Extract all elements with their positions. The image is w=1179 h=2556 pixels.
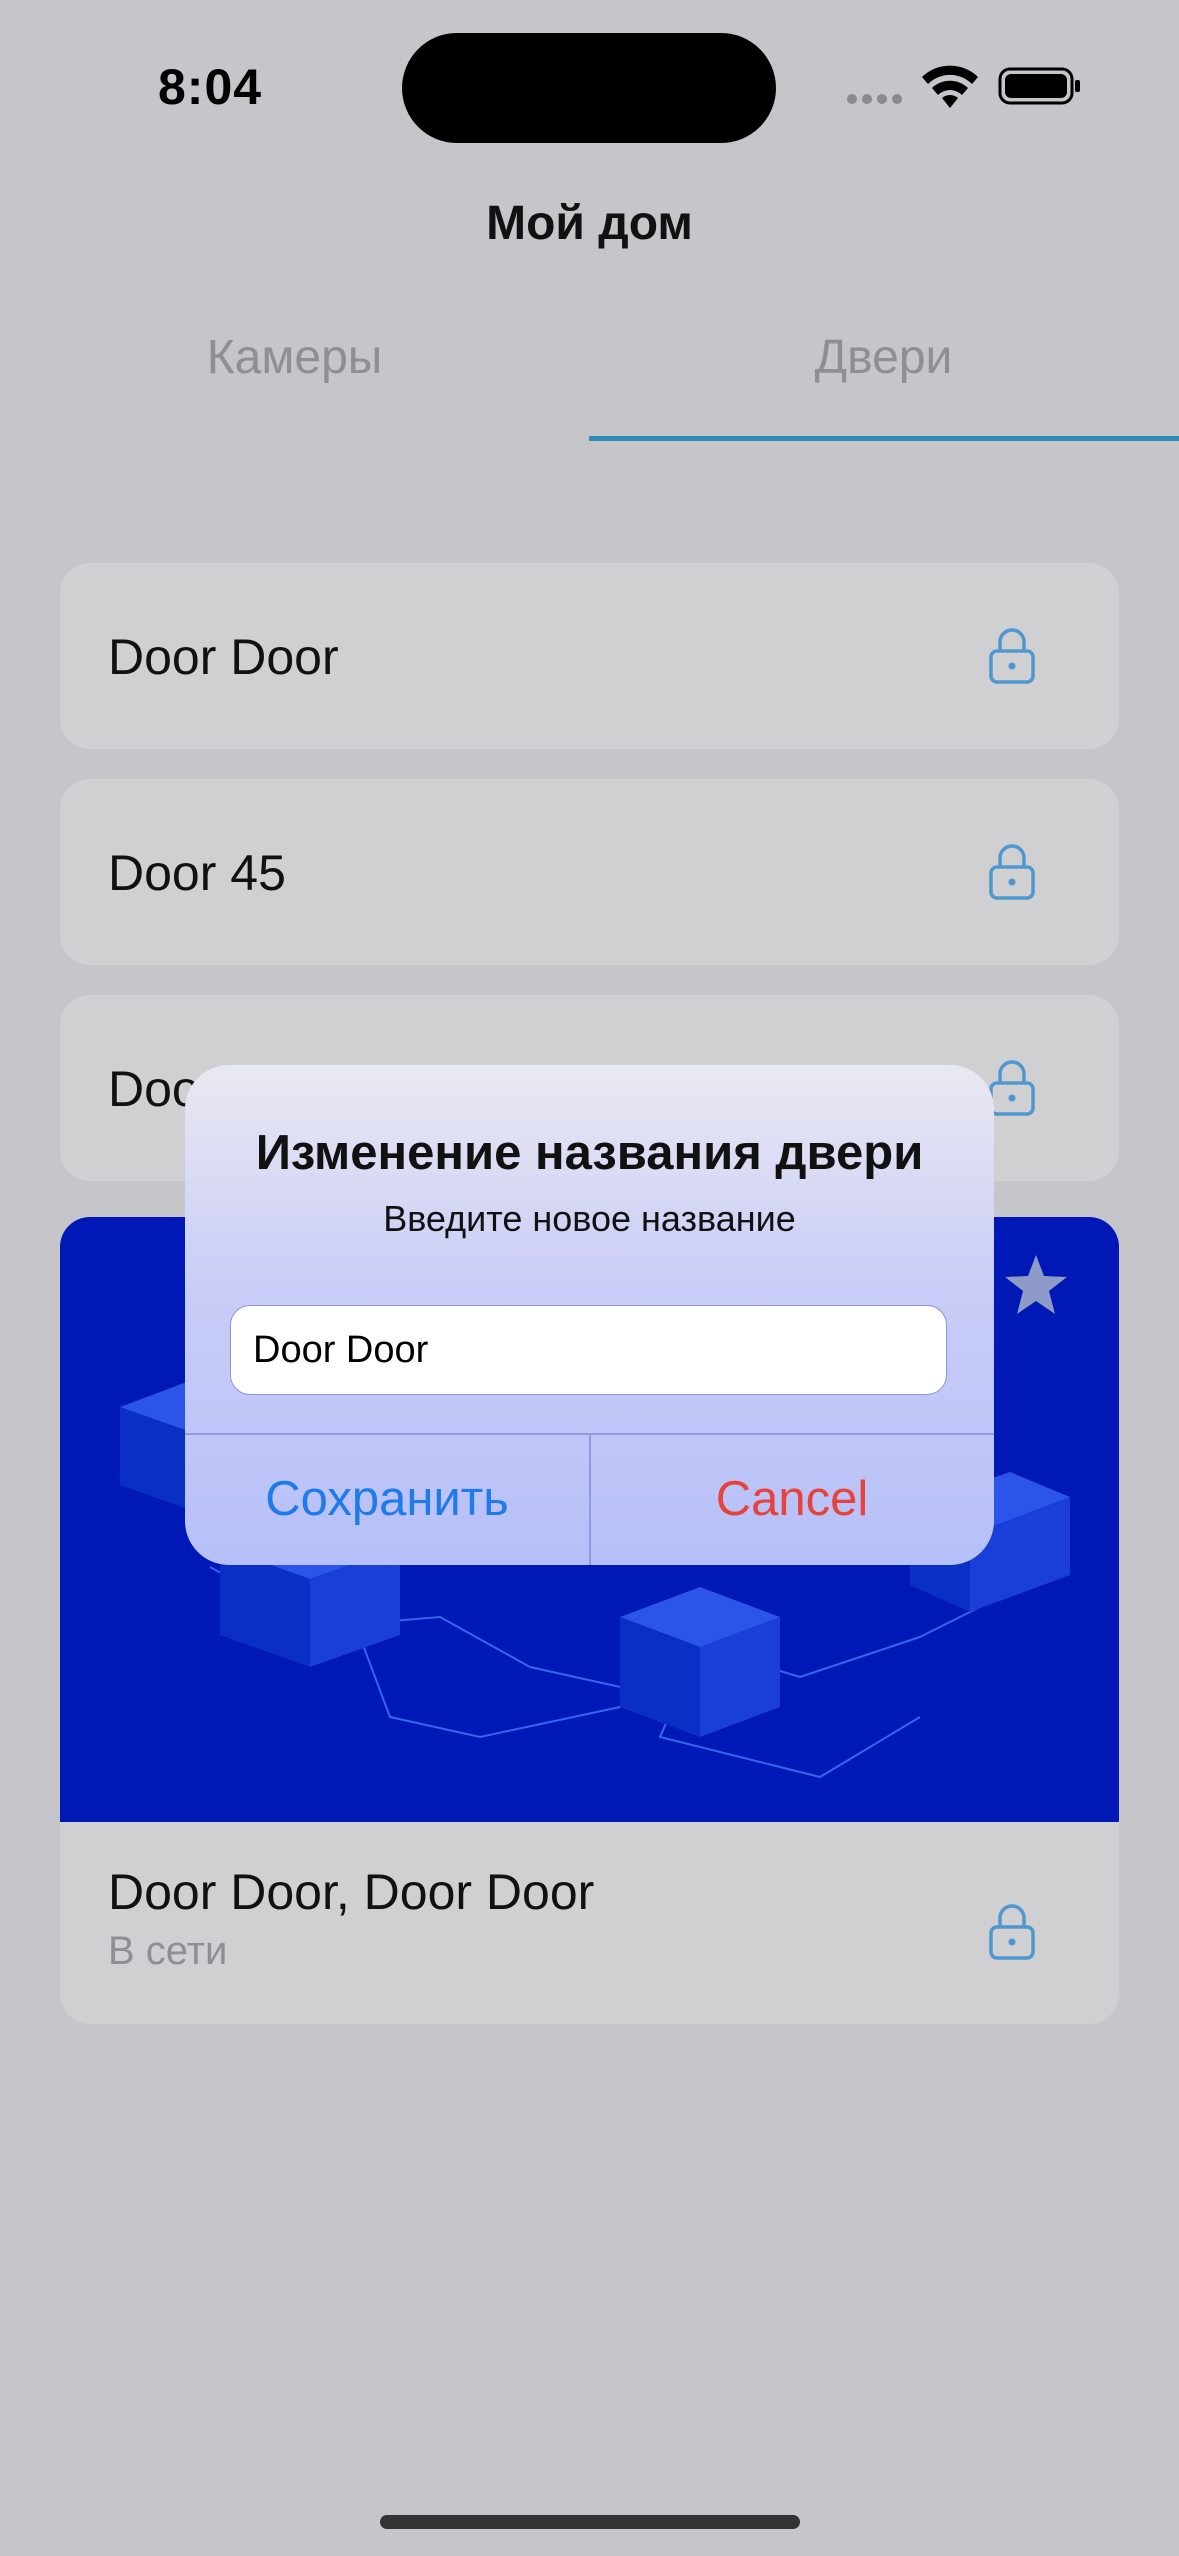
door-name: Door Door [108, 629, 339, 685]
lock-icon[interactable] [988, 625, 1036, 685]
status-bar: 8:04 [0, 0, 1179, 150]
dynamic-island [402, 33, 776, 143]
battery-icon [998, 67, 1080, 105]
door-name-input[interactable] [230, 1305, 947, 1395]
dialog-title: Изменение названия двери [255, 1126, 924, 1180]
wifi-icon [922, 65, 978, 108]
lock-icon[interactable] [988, 1057, 1036, 1117]
segment-tabs: Камеры Двери [0, 330, 1179, 442]
tab-selected-indicator [589, 436, 1179, 441]
dialog-message: Введите новое название [383, 1198, 796, 1239]
cellular-signal-icon [847, 94, 902, 104]
tab-doors[interactable]: Двери [589, 330, 1178, 385]
lock-icon[interactable] [988, 1901, 1036, 1961]
door-name: Door 45 [108, 845, 286, 901]
cancel-button[interactable]: Cancel [590, 1434, 994, 1565]
featured-door-name: Door Door, Door Door [108, 1864, 595, 1920]
door-card[interactable]: Door Door [60, 563, 1119, 749]
star-icon[interactable] [1003, 1253, 1069, 1317]
lock-icon[interactable] [988, 841, 1036, 901]
featured-door-status: В сети [108, 1929, 228, 1973]
save-button[interactable]: Сохранить [185, 1434, 589, 1565]
status-time: 8:04 [158, 59, 263, 115]
rename-door-dialog: Изменение названия двери Введите новое н… [185, 1065, 994, 1565]
tab-cameras[interactable]: Камеры [0, 330, 589, 385]
page-title: Мой дом [486, 197, 693, 250]
home-indicator[interactable] [380, 2515, 800, 2529]
door-card[interactable]: Door 45 [60, 779, 1119, 965]
